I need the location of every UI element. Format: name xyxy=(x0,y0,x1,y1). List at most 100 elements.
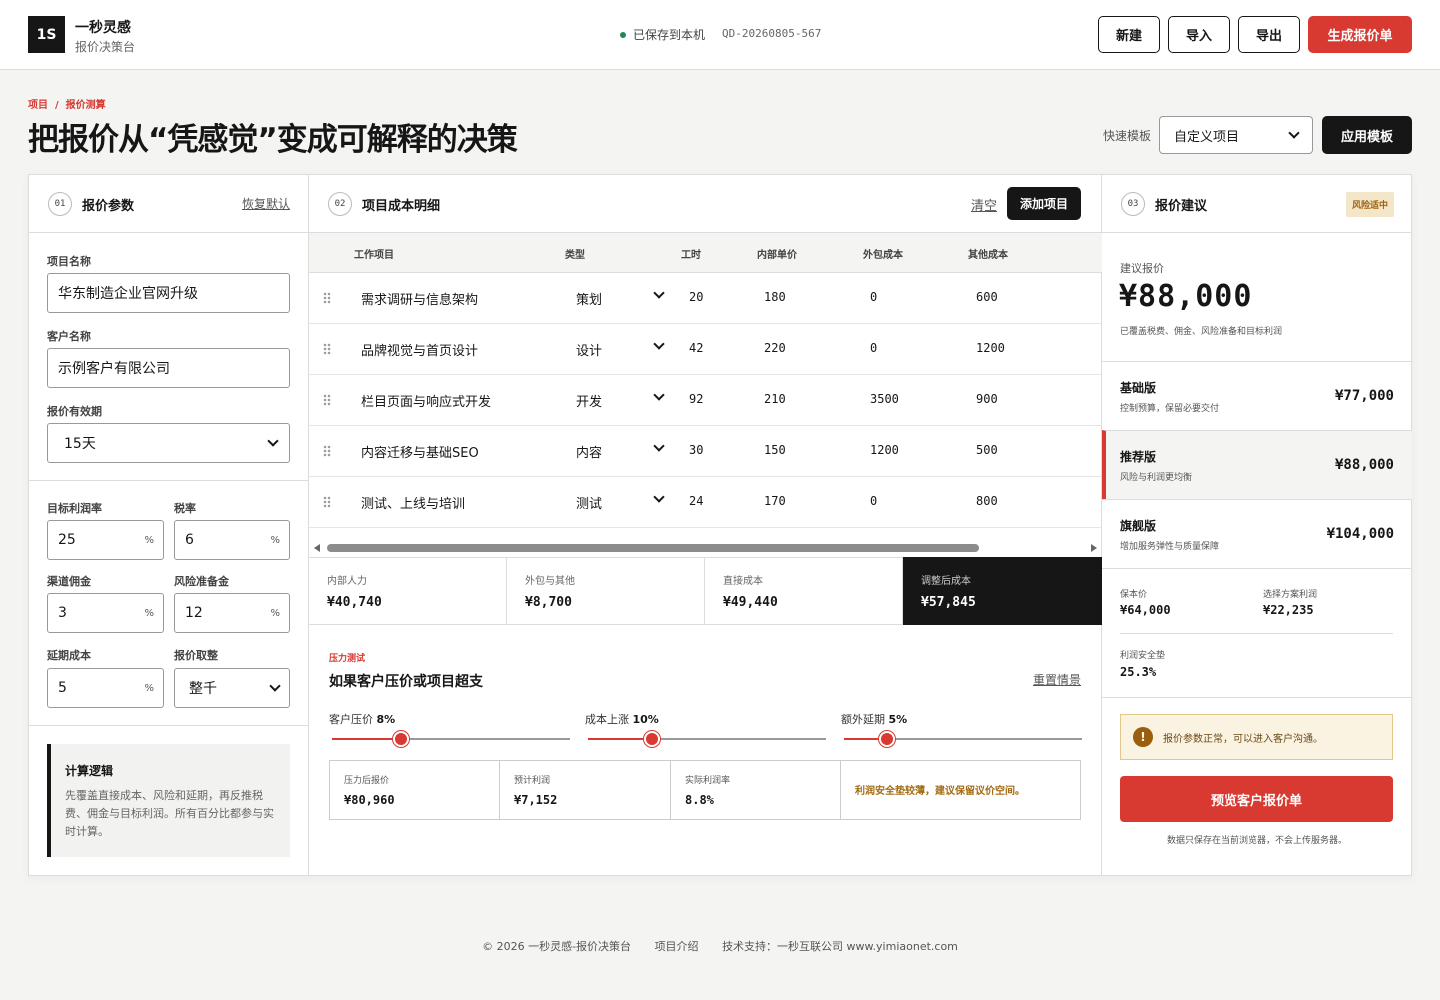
horizontal-scrollbar[interactable] xyxy=(309,538,1102,558)
chevron-down-icon[interactable] xyxy=(653,491,665,503)
cell-outsource[interactable]: 0 xyxy=(870,290,877,304)
export-button[interactable]: 导出 xyxy=(1238,16,1300,53)
table-row: 测试、上线与培训 测试 24 170 0 800 xyxy=(309,477,1102,528)
percent-sign: % xyxy=(144,682,154,694)
cell-rate[interactable]: 220 xyxy=(764,341,786,355)
add-item-button[interactable]: 添加项目 xyxy=(1007,187,1081,220)
cell-name[interactable]: 栏目页面与响应式开发 xyxy=(361,391,491,410)
stress-result: 压力后报价 ¥80,960 xyxy=(330,761,500,819)
calc-logic-title: 计算逻辑 xyxy=(65,764,114,778)
cell-outsource[interactable]: 0 xyxy=(870,341,877,355)
cell-other[interactable]: 900 xyxy=(976,392,998,406)
chevron-down-icon[interactable] xyxy=(653,440,665,452)
template-label: 快速模板 xyxy=(1103,129,1152,143)
cell-type[interactable]: 测试 xyxy=(576,493,602,512)
cell-rate[interactable]: 210 xyxy=(764,392,786,406)
drag-handle-icon[interactable] xyxy=(323,445,331,457)
import-button[interactable]: 导入 xyxy=(1168,16,1230,53)
cell-type[interactable]: 设计 xyxy=(576,340,602,359)
preview-quote-button[interactable]: 预览客户报价单 xyxy=(1120,776,1393,822)
table-header: 工作项目 类型 工时 内部单价 外包成本 其他成本 xyxy=(309,233,1102,273)
tier-recommended[interactable]: 推荐版 风险与利润更均衡 ¥88,000 xyxy=(1102,430,1412,499)
template-select[interactable]: 自定义项目 xyxy=(1159,116,1313,154)
cell-rate[interactable]: 180 xyxy=(764,290,786,304)
chevron-down-icon[interactable] xyxy=(653,287,665,299)
suggest-title: 报价建议 xyxy=(1155,199,1208,214)
logo: 1S xyxy=(28,16,65,53)
summary-label: 直接成本 xyxy=(723,576,763,587)
scroll-right-icon[interactable] xyxy=(1091,544,1097,552)
cell-name[interactable]: 品牌视觉与首页设计 xyxy=(361,340,478,359)
scroll-thumb[interactable] xyxy=(327,544,979,552)
stress-result: 实际利润率 8.8% xyxy=(671,761,841,819)
save-status: 已保存到本机 xyxy=(620,26,705,43)
client-name-input[interactable]: 示例客户有限公司 xyxy=(47,348,290,388)
drag-handle-icon[interactable] xyxy=(323,292,331,304)
table-row: 品牌视觉与首页设计 设计 42 220 0 1200 xyxy=(309,324,1102,375)
cell-rate[interactable]: 170 xyxy=(764,494,786,508)
cell-hours[interactable]: 42 xyxy=(689,341,703,355)
cell-type[interactable]: 策划 xyxy=(576,289,602,308)
risk-input[interactable]: 12% xyxy=(174,593,290,633)
summary-label: 内部人力 xyxy=(327,576,367,587)
project-name-input[interactable]: 华东制造企业官网升级 xyxy=(47,273,290,313)
tax-input[interactable]: 6% xyxy=(174,520,290,560)
cell-name[interactable]: 需求调研与信息架构 xyxy=(361,289,478,308)
summary-outsource: 外包与其他 ¥8,700 xyxy=(507,557,705,625)
slider-handle[interactable] xyxy=(878,731,895,747)
delay-input[interactable]: 5% xyxy=(47,668,164,708)
rounding-select[interactable]: 整千 xyxy=(174,668,290,708)
clear-link[interactable]: 清空 xyxy=(971,195,997,214)
table-row: 栏目页面与响应式开发 开发 92 210 3500 900 xyxy=(309,375,1102,426)
reset-scenario-link[interactable]: 重置情景 xyxy=(1033,671,1081,688)
cell-rate[interactable]: 150 xyxy=(764,443,786,457)
cell-hours[interactable]: 92 xyxy=(689,392,703,406)
apply-template-button[interactable]: 应用模板 xyxy=(1322,116,1412,154)
slider-handle[interactable] xyxy=(393,731,410,747)
drag-handle-icon[interactable] xyxy=(323,343,331,355)
scroll-left-icon[interactable] xyxy=(314,544,320,552)
cost-rise-slider[interactable] xyxy=(588,731,826,747)
tier-flagship[interactable]: 旗舰版 增加服务弹性与质量保障 ¥104,000 xyxy=(1102,499,1412,568)
cell-outsource[interactable]: 3500 xyxy=(870,392,899,406)
cell-other[interactable]: 500 xyxy=(976,443,998,457)
cell-hours[interactable]: 20 xyxy=(689,290,703,304)
validity-select[interactable]: 15天 xyxy=(47,423,290,463)
tier-price: ¥88,000 xyxy=(1334,457,1394,473)
tier-basic[interactable]: 基础版 控制预算，保留必要交付 ¥77,000 xyxy=(1102,361,1412,430)
margin-input[interactable]: 25% xyxy=(47,520,164,560)
rounding-value: 整千 xyxy=(189,681,217,697)
chevron-down-icon[interactable] xyxy=(653,338,665,350)
footer-copyright: © 2026 一秒灵感-报价决策台 xyxy=(482,940,632,953)
reset-defaults-link[interactable]: 恢复默认 xyxy=(242,195,290,212)
cell-other[interactable]: 600 xyxy=(976,290,998,304)
cell-other[interactable]: 800 xyxy=(976,494,998,508)
percent-sign: % xyxy=(144,534,154,546)
project-name-label: 项目名称 xyxy=(47,255,91,268)
safety-label: 利润安全垫 xyxy=(1120,651,1166,661)
cell-type[interactable]: 内容 xyxy=(576,442,602,461)
drag-handle-icon[interactable] xyxy=(323,394,331,406)
extra-delay-slider[interactable] xyxy=(844,731,1082,747)
profit-label: 选择方案利润 xyxy=(1263,590,1318,600)
cell-hours[interactable]: 24 xyxy=(689,494,703,508)
cell-type[interactable]: 开发 xyxy=(576,391,602,410)
cell-hours[interactable]: 30 xyxy=(689,443,703,457)
cell-other[interactable]: 1200 xyxy=(976,341,1005,355)
cell-outsource[interactable]: 0 xyxy=(870,494,877,508)
tier-name: 旗舰版 xyxy=(1120,519,1157,533)
price-cut-slider[interactable] xyxy=(332,731,570,747)
floor-price-value: ¥64,000 xyxy=(1120,603,1171,617)
generate-quote-button[interactable]: 生成报价单 xyxy=(1308,16,1412,53)
slider-value: 8% xyxy=(376,713,396,726)
cell-name[interactable]: 内容迁移与基础SEO xyxy=(361,442,479,461)
chevron-down-icon[interactable] xyxy=(653,389,665,401)
delay-value: 5 xyxy=(58,680,67,696)
cell-outsource[interactable]: 1200 xyxy=(870,443,899,457)
footer-about-link[interactable]: 项目介绍 xyxy=(655,940,699,953)
cell-name[interactable]: 测试、上线与培训 xyxy=(361,493,465,512)
commission-input[interactable]: 3% xyxy=(47,593,164,633)
slider-handle[interactable] xyxy=(644,731,661,747)
drag-handle-icon[interactable] xyxy=(323,496,331,508)
new-button[interactable]: 新建 xyxy=(1098,16,1160,53)
